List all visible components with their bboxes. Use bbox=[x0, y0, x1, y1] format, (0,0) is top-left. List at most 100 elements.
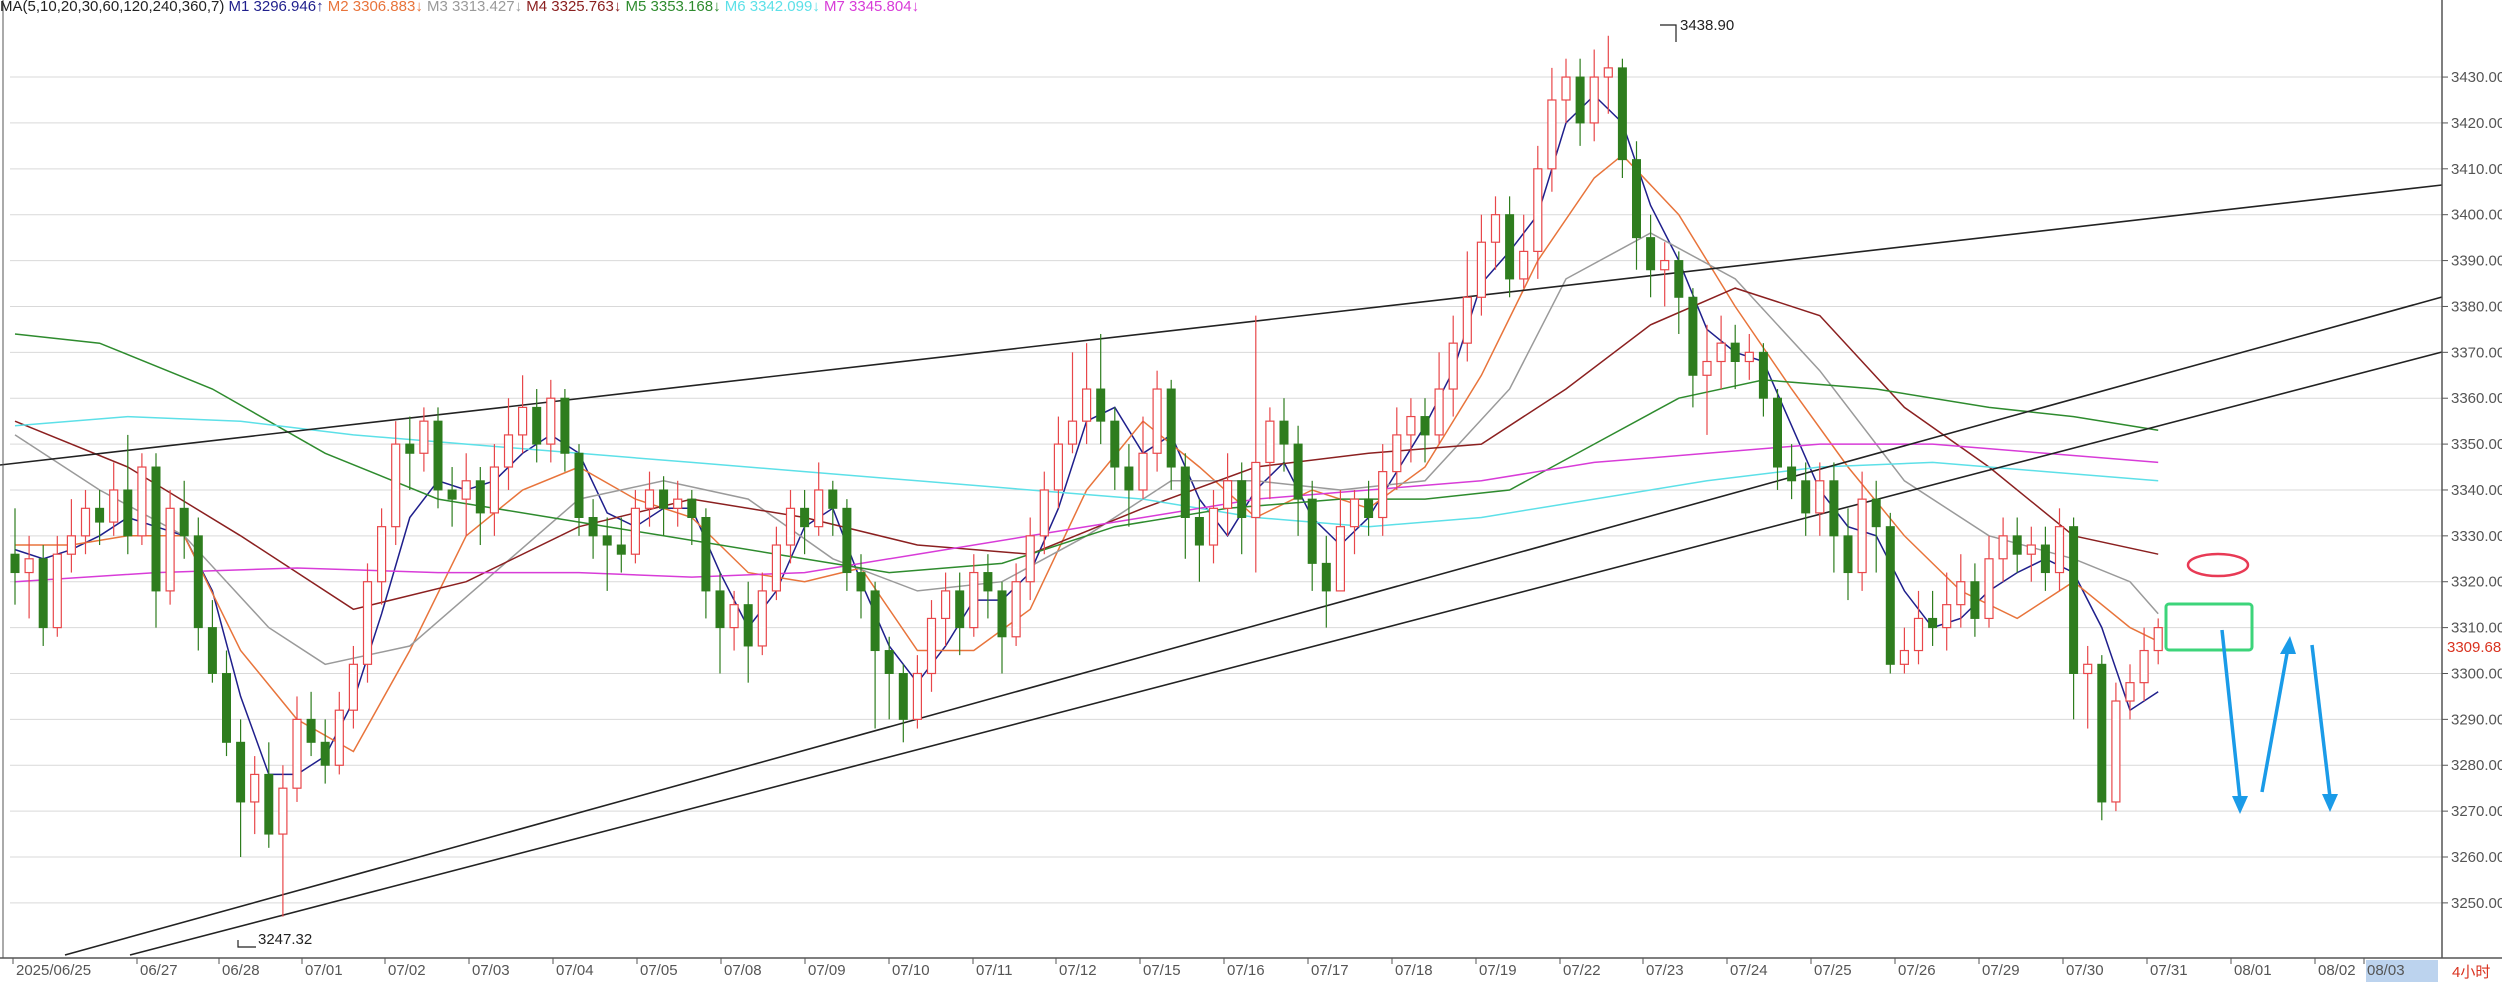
candle-body-17 bbox=[250, 773, 260, 803]
candle-body-130 bbox=[1843, 535, 1853, 574]
candle-body-19 bbox=[278, 787, 288, 835]
candle-body-34 bbox=[489, 466, 499, 514]
candle-body-73 bbox=[1039, 489, 1049, 537]
candle-body-44 bbox=[630, 507, 641, 555]
x-tick-label-7: 07/05 bbox=[640, 962, 678, 979]
candle-body-125 bbox=[1773, 397, 1782, 468]
x-tick-label-20: 07/24 bbox=[1730, 962, 1768, 979]
x-tick-label-16: 07/18 bbox=[1395, 962, 1433, 979]
y-tick-label-3390: 3390.00 bbox=[2451, 253, 2502, 270]
candle-body-69 bbox=[983, 572, 993, 592]
candle-body-146 bbox=[2069, 526, 2079, 674]
x-tick-label-24: 07/30 bbox=[2066, 962, 2104, 979]
candle-body-30 bbox=[433, 420, 443, 491]
candle-body-70 bbox=[997, 590, 1007, 638]
timeframe-label[interactable]: 4小时 bbox=[2452, 964, 2490, 981]
candle-body-72 bbox=[1025, 535, 1035, 583]
x-tick-label-18: 07/22 bbox=[1563, 962, 1601, 979]
candle-body-94 bbox=[1335, 526, 1346, 592]
candle-body-104 bbox=[1476, 241, 1487, 298]
candle-body-121 bbox=[1716, 342, 1726, 363]
candle-body-103 bbox=[1462, 296, 1472, 344]
ma-legend-item-M1: M1 3296.946↑ bbox=[229, 0, 328, 15]
candle-body-117 bbox=[1660, 259, 1670, 271]
x-tick-label-26: 08/01 bbox=[2234, 962, 2272, 979]
chart-background bbox=[0, 0, 2502, 984]
y-tick-label-3350: 3350.00 bbox=[2451, 436, 2502, 453]
y-tick-label-3400: 3400.00 bbox=[2451, 207, 2502, 224]
candle-body-141 bbox=[1998, 535, 2008, 560]
candle-body-0 bbox=[10, 553, 20, 574]
high-label: 3438.90 bbox=[1680, 17, 1734, 34]
candle-body-2 bbox=[38, 558, 48, 629]
candle-body-152 bbox=[2153, 627, 2163, 652]
candle-body-129 bbox=[1829, 480, 1839, 537]
x-tick-label-19: 07/23 bbox=[1646, 962, 1684, 979]
candle-body-40 bbox=[574, 452, 584, 518]
candle-body-98 bbox=[1392, 434, 1402, 473]
x-tick-label-5: 07/03 bbox=[472, 962, 510, 979]
candle-body-116 bbox=[1646, 237, 1656, 271]
candle-body-134 bbox=[1899, 649, 1910, 665]
candle-body-23 bbox=[334, 709, 344, 766]
x-tick-label-14: 07/16 bbox=[1227, 962, 1265, 979]
x-tick-label-11: 07/11 bbox=[976, 962, 1012, 979]
candle-body-60 bbox=[856, 572, 866, 592]
candle-body-114 bbox=[1617, 67, 1627, 161]
candle-body-5 bbox=[80, 507, 91, 537]
candle-body-9 bbox=[137, 466, 147, 537]
ma-legend-item-M2: M2 3306.883↓ bbox=[328, 0, 427, 15]
candle-body-115 bbox=[1632, 159, 1641, 239]
candle-body-66 bbox=[940, 590, 951, 620]
candle-body-87 bbox=[1237, 480, 1247, 518]
candle-body-52 bbox=[743, 604, 753, 647]
candle-body-86 bbox=[1222, 480, 1233, 509]
candle-body-110 bbox=[1561, 76, 1571, 101]
x-tick-label-1: 06/27 bbox=[140, 962, 178, 979]
candle-body-101 bbox=[1434, 388, 1444, 436]
x-tick-label-23: 07/29 bbox=[1982, 962, 2020, 979]
candle-body-25 bbox=[362, 581, 373, 665]
candle-body-138 bbox=[1956, 581, 1966, 606]
candle-body-10 bbox=[151, 466, 161, 592]
x-tick-label-10: 07/10 bbox=[892, 962, 930, 979]
candle-body-55 bbox=[785, 507, 796, 546]
y-tick-label-3250: 3250.00 bbox=[2451, 895, 2502, 912]
candle-body-142 bbox=[2012, 535, 2022, 555]
x-tick-label-8: 07/08 bbox=[724, 962, 762, 979]
x-tick-label-13: 07/15 bbox=[1143, 962, 1181, 979]
candle-body-88 bbox=[1251, 461, 1261, 519]
x-tick-label-17: 07/19 bbox=[1479, 962, 1517, 979]
candle-body-32 bbox=[461, 480, 471, 500]
candle-body-26 bbox=[377, 526, 387, 583]
candle-body-150 bbox=[2125, 682, 2135, 702]
candle-body-93 bbox=[1321, 562, 1331, 592]
candle-body-1 bbox=[24, 558, 34, 574]
candle-body-106 bbox=[1505, 214, 1515, 280]
candle-body-132 bbox=[1871, 498, 1881, 528]
candle-body-136 bbox=[1928, 617, 1938, 629]
candle-body-38 bbox=[546, 397, 556, 445]
candle-body-148 bbox=[2097, 663, 2107, 803]
x-tick-label-22: 07/26 bbox=[1898, 962, 1936, 979]
candle-body-53 bbox=[757, 590, 767, 647]
candle-body-7 bbox=[109, 489, 119, 523]
candle-body-151 bbox=[2139, 649, 2149, 684]
ma-legend-text: MA(5,10,20,30,60,120,240,360,7) M1 3296.… bbox=[0, 0, 919, 15]
candle-body-80 bbox=[1138, 452, 1148, 491]
x-tick-label-0: 2025/06/25 bbox=[16, 962, 91, 979]
candle-body-15 bbox=[222, 672, 231, 743]
candle-body-79 bbox=[1124, 466, 1134, 491]
candlestick-chart[interactable]: 3438.90 3247.32 3250.00 3260.00 3270.00 328… bbox=[0, 0, 2502, 984]
candle-body-56 bbox=[800, 507, 810, 528]
candle-body-42 bbox=[602, 535, 612, 546]
candle-body-97 bbox=[1378, 471, 1388, 519]
candle-body-36 bbox=[517, 406, 528, 436]
low-label: 3247.32 bbox=[258, 931, 312, 948]
candle-body-35 bbox=[503, 434, 514, 468]
candle-body-90 bbox=[1279, 420, 1289, 445]
candle-body-51 bbox=[729, 604, 739, 629]
candle-body-102 bbox=[1448, 342, 1458, 390]
candle-body-108 bbox=[1533, 168, 1543, 252]
candle-body-3 bbox=[52, 553, 62, 629]
